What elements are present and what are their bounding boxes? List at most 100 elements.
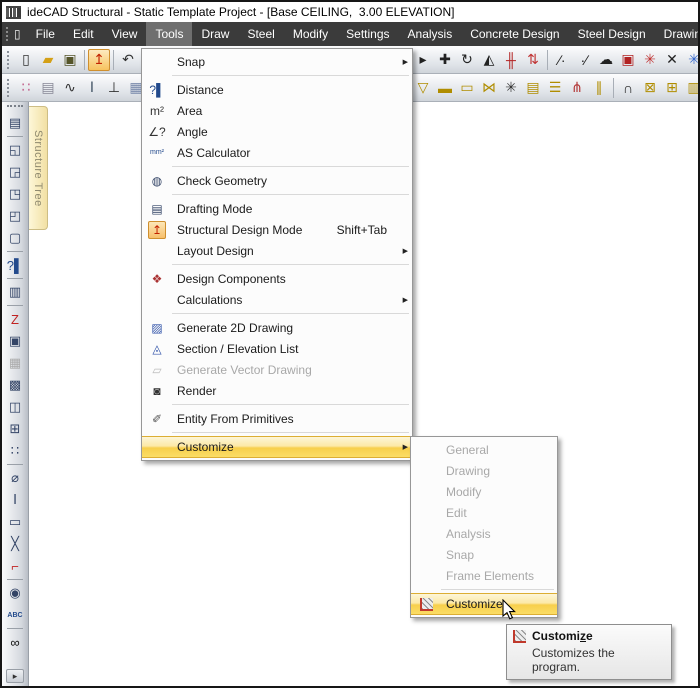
- menubar-item-drawings[interactable]: Drawings: [655, 22, 700, 46]
- joist-slab-icon[interactable]: ☰: [544, 77, 566, 99]
- tools-menu-item-layout-design[interactable]: Layout Design▶: [142, 240, 412, 261]
- column-element-icon[interactable]: ▽: [412, 77, 434, 99]
- distance-icon[interactable]: ?▌: [5, 255, 25, 275]
- customize-submenu-item-customize[interactable]: Customize: [411, 593, 557, 615]
- rotate-icon[interactable]: ↻: [456, 49, 478, 71]
- tools-menu-item-design-components[interactable]: ❖Design Components: [142, 268, 412, 289]
- tools-menu-item-area[interactable]: m²Area: [142, 100, 412, 121]
- haunch-element-icon[interactable]: ⋔: [566, 77, 588, 99]
- snap-dome-icon[interactable]: ☁: [595, 49, 617, 71]
- menubar-item-edit[interactable]: Edit: [64, 22, 103, 46]
- menubar-item-view[interactable]: View: [103, 22, 147, 46]
- support-icon[interactable]: ⊥: [103, 77, 125, 99]
- menu-item-label: Layout Design: [169, 244, 399, 258]
- copy-icon[interactable]: ▣: [5, 331, 25, 351]
- beam-3d-icon[interactable]: ▭: [5, 512, 25, 532]
- structure-panel-icon[interactable]: ▤: [5, 113, 25, 133]
- array-copy-icon[interactable]: ⊞: [5, 419, 25, 439]
- menu-item-label: Drafting Mode: [169, 202, 399, 216]
- corner-icon[interactable]: ⌐: [5, 556, 25, 576]
- section-elevation-list-icon: ◬: [145, 342, 169, 356]
- move-icon[interactable]: ✚: [434, 49, 456, 71]
- corrugated-sheet-icon[interactable]: ∥: [588, 77, 610, 99]
- select-chain-icon[interactable]: ◰: [5, 206, 25, 226]
- spring-icon[interactable]: ∿: [59, 77, 81, 99]
- tools-menu-item-as-calculator[interactable]: mm²AS Calculator: [142, 142, 412, 163]
- report-icon[interactable]: ▥: [5, 282, 25, 302]
- customize-submenu-item-frame-elements: Frame Elements: [411, 565, 557, 586]
- mirror-axis-icon[interactable]: ╫: [500, 49, 522, 71]
- menubar-item-settings[interactable]: Settings: [337, 22, 398, 46]
- menubar-item-analysis[interactable]: Analysis: [399, 22, 462, 46]
- tools-menu-item-calculations[interactable]: Calculations▶: [142, 289, 412, 310]
- group-icon[interactable]: ◫: [5, 397, 25, 417]
- menubar-item-modify[interactable]: Modify: [284, 22, 337, 46]
- ibeam-icon[interactable]: Ⅰ: [81, 77, 103, 99]
- menubar-item-steel-design[interactable]: Steel Design: [569, 22, 655, 46]
- structural-design-mode-icon[interactable]: ↥: [88, 49, 110, 71]
- tools-menu-item-structural-design-mode[interactable]: ↥Structural Design ModeShift+Tab: [142, 219, 412, 240]
- menubar-item-concrete-design[interactable]: Concrete Design: [461, 22, 568, 46]
- stretch-icon[interactable]: ⇅: [522, 49, 544, 71]
- erase-icon[interactable]: ⌀: [5, 468, 25, 488]
- check-geometry-icon[interactable]: ◉: [5, 583, 25, 603]
- structure-tree-tab[interactable]: Structure Tree: [29, 106, 48, 230]
- find-icon[interactable]: ∞: [5, 632, 25, 652]
- snap-line-icon[interactable]: ·∕: [573, 49, 595, 71]
- menu-item-label: Structural Design Mode: [169, 223, 337, 237]
- menubar-item-file[interactable]: File: [27, 22, 64, 46]
- beam-element-icon[interactable]: ▬: [434, 77, 456, 99]
- grid-element-icon[interactable]: ⊞: [661, 77, 683, 99]
- snap-node-icon[interactable]: ✳: [639, 49, 661, 71]
- arch-element-icon[interactable]: ∩: [617, 77, 639, 99]
- brace-element-icon[interactable]: ⊠: [639, 77, 661, 99]
- open-folder-icon[interactable]: ▰: [37, 49, 59, 71]
- auto-abc-icon[interactable]: ABC: [5, 605, 25, 625]
- truss-element-icon[interactable]: ⋈: [478, 77, 500, 99]
- nodes-icon[interactable]: ∷: [15, 77, 37, 99]
- tools-menu-item-drafting-mode[interactable]: ▤Drafting Mode: [142, 198, 412, 219]
- menu-item-label: Design Components: [169, 272, 399, 286]
- wall-element-icon[interactable]: ▥: [683, 77, 700, 99]
- axis-element-icon[interactable]: ✳: [500, 77, 522, 99]
- mirror-icon[interactable]: ◭: [478, 49, 500, 71]
- tools-menu-item-distance[interactable]: ?▌Distance: [142, 79, 412, 100]
- select-icon[interactable]: ◱: [5, 140, 25, 160]
- snap-near-icon[interactable]: ✳: [683, 49, 700, 71]
- slab-element-icon[interactable]: ▭: [456, 77, 478, 99]
- snap-free-icon[interactable]: ∕·: [551, 49, 573, 71]
- section-icon[interactable]: Z: [5, 309, 25, 329]
- menubar-item-tools[interactable]: Tools: [146, 22, 192, 46]
- tools-menu-item-render[interactable]: ◙Render: [142, 380, 412, 401]
- tools-menu-item-angle[interactable]: ∠?Angle: [142, 121, 412, 142]
- undo-icon[interactable]: ↶: [117, 49, 139, 71]
- column-3d-icon[interactable]: Ⅰ: [5, 490, 25, 510]
- separator: [7, 628, 23, 629]
- new-document-icon[interactable]: ▯: [15, 49, 37, 71]
- menu-item-label: Frame Elements: [438, 569, 544, 583]
- paste-special-icon[interactable]: ▩: [5, 375, 25, 395]
- save-icon[interactable]: ▣: [59, 49, 81, 71]
- snap-intersection-icon[interactable]: ✕: [661, 49, 683, 71]
- extend-trim-icon[interactable]: ╳: [5, 534, 25, 554]
- point-array-icon[interactable]: ∷: [5, 441, 25, 461]
- snap-region-icon[interactable]: ▣: [617, 49, 639, 71]
- menu-separator: [441, 589, 554, 590]
- toolbar-overflow-icon[interactable]: ▸: [412, 49, 434, 71]
- select-add-icon[interactable]: ◲: [5, 162, 25, 182]
- tools-menu-item-customize[interactable]: Customize▶: [142, 436, 412, 458]
- tools-menu-item-generate-2d-drawing[interactable]: ▨Generate 2D Drawing: [142, 317, 412, 338]
- toolbar-more-button[interactable]: ▸: [6, 669, 24, 683]
- menubar-item-steel[interactable]: Steel: [238, 22, 283, 46]
- tools-menu-item-snap[interactable]: Snap▶: [142, 51, 412, 72]
- tools-menu-item-check-geometry[interactable]: ◍Check Geometry: [142, 170, 412, 191]
- panel-element-icon[interactable]: ▤: [522, 77, 544, 99]
- menubar-item-draw[interactable]: Draw: [192, 22, 238, 46]
- select-move-icon[interactable]: ◳: [5, 184, 25, 204]
- tools-menu-item-entity-from-primitives[interactable]: ✐Entity From Primitives: [142, 408, 412, 429]
- tools-menu-item-section-elevation-list[interactable]: ◬Section / Elevation List: [142, 338, 412, 359]
- wall-icon[interactable]: ▤: [37, 77, 59, 99]
- select-window-icon[interactable]: ▢: [5, 228, 25, 248]
- tooltip-description: Customizes the program.: [532, 646, 664, 674]
- left-toolbar: ▤◱◲◳◰▢?▌▥Z▣▦▩◫⊞∷⌀Ⅰ▭╳⌐◉ABC∞ ▸: [2, 102, 29, 686]
